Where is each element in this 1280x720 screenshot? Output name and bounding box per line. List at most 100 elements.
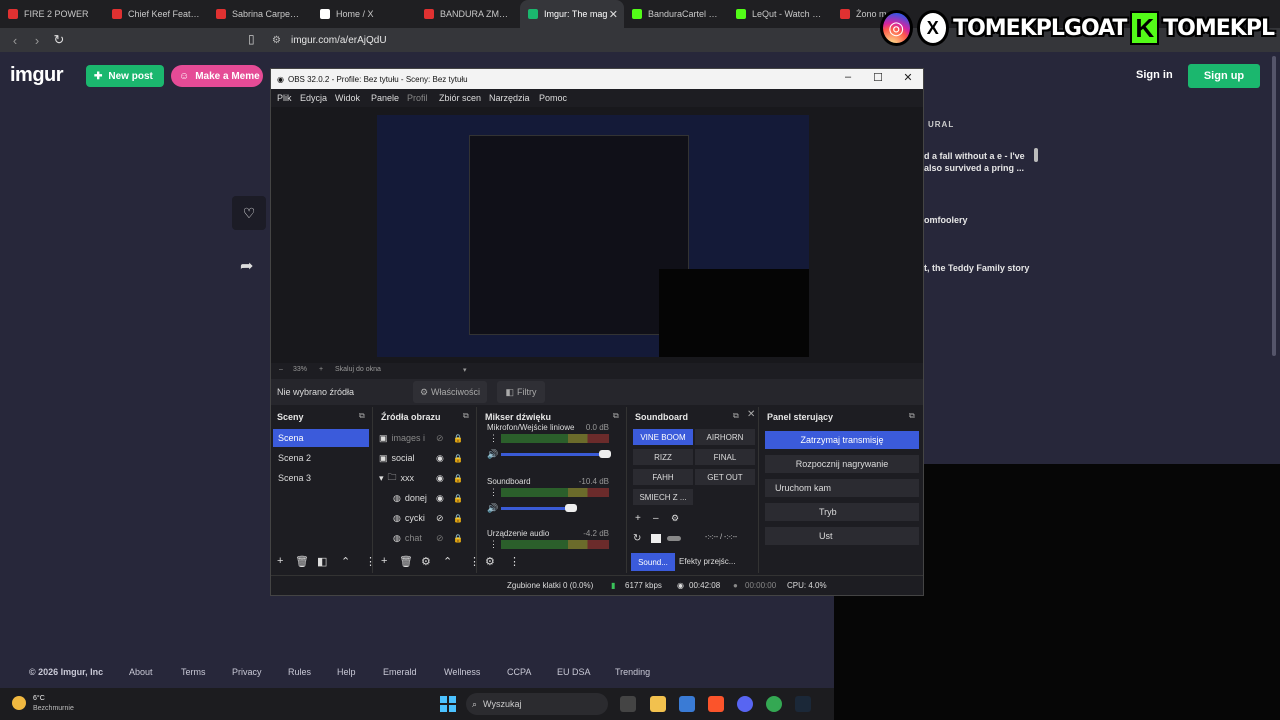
minimize-icon[interactable]: – [833,71,863,87]
sign-in-link[interactable]: Sign in [1136,69,1173,81]
zoom-in-icon[interactable]: + [319,366,323,373]
more-icon[interactable]: ⋮ [489,487,498,498]
lock-icon[interactable]: 🔒 [453,534,463,543]
footer-link-emerald[interactable]: Emerald [383,667,417,677]
tab-transitions[interactable]: Efekty przejśc... [679,557,735,566]
browser-tab[interactable]: BANDURA ZMOGG [416,0,520,28]
eye-icon[interactable]: ◉ [436,453,444,464]
discord-icon[interactable] [737,696,753,712]
source-item[interactable]: ◍ donej ◉ 🔒 [379,489,465,507]
add-icon[interactable]: + [381,555,387,567]
windows-start-icon[interactable] [440,696,456,712]
studio-mode-button[interactable]: Tryb [765,503,919,521]
sound-button[interactable]: SMIECH Z ... [633,489,693,505]
source-group[interactable]: ▾ 🗀 xxx ◉ 🔒 [379,469,465,487]
close-icon[interactable]: ✕ [893,71,923,87]
bookmark-icon[interactable]: ▯ [248,32,255,46]
volume-knob[interactable] [599,450,611,458]
store-icon[interactable] [679,696,695,712]
scene-item[interactable]: Scena [273,429,369,447]
sound-button[interactable]: VINE BOOM [633,429,693,445]
undock-icon[interactable]: ⧉ [463,411,469,421]
hidden-eye-icon[interactable]: ⊘ [436,433,444,444]
more-icon[interactable]: ⋮ [509,555,520,568]
virtual-camera-button[interactable]: Uruchom kam [765,479,919,497]
footer-link-ccpa[interactable]: CCPA [507,667,531,677]
stop-stream-button[interactable]: Zatrzymaj transmisję [765,431,919,449]
gear-icon[interactable]: ⚙ [421,555,431,568]
footer-link-terms[interactable]: Terms [181,667,206,677]
more-icon[interactable]: ⋮ [489,433,498,444]
sound-button[interactable]: GET OUT [695,469,755,485]
loop-icon[interactable]: ↻ [633,533,641,544]
move-up-icon[interactable]: ⌃ [443,555,452,568]
panel-scrollbar[interactable] [1034,148,1038,162]
scene-item[interactable]: Scena 2 [273,449,369,467]
chrome-icon[interactable] [766,696,782,712]
lock-icon[interactable]: 🔒 [453,514,463,523]
taskbar-search[interactable]: ⌕ Wyszukaj [466,693,608,715]
volume-knob[interactable] [565,504,577,512]
chevron-down-icon[interactable]: ▾ [463,366,467,374]
gear-icon[interactable]: ⚙ [671,513,679,524]
mixer-settings-icon[interactable]: ⚙ [485,555,495,568]
eye-icon[interactable]: ◉ [436,493,444,504]
lock-icon[interactable]: 🔒 [453,474,463,483]
undock-icon[interactable]: ⧉ [613,411,619,421]
forward-icon[interactable]: › [26,33,48,48]
menu-docks[interactable]: Panele [371,93,399,103]
close-icon[interactable]: ✕ [747,409,755,420]
footer-link-privacy[interactable]: Privacy [232,667,262,677]
menu-scene-collection[interactable]: Zbiór scen [439,93,481,103]
undock-icon[interactable]: ⧉ [909,411,915,421]
undock-icon[interactable]: ⧉ [733,411,739,421]
source-item[interactable]: ▣ social ◉ 🔒 [379,449,465,467]
browser-tab[interactable]: Home / X [312,0,416,28]
favorite-button[interactable]: ♡ [232,196,266,230]
volume-slider[interactable] [501,453,609,456]
imgur-logo[interactable]: imgur [10,64,64,87]
new-post-button[interactable]: ✚ New post [86,65,164,87]
add-icon[interactable]: + [277,555,283,567]
browser-tab-active[interactable]: Imgur: The mag ✕ [520,0,624,28]
properties-button[interactable]: ⚙ Właściwości [413,381,487,403]
reload-icon[interactable]: ↻ [48,32,70,48]
add-icon[interactable]: + [635,513,641,524]
footer-link-eu-dsa[interactable]: EU DSA [557,667,591,677]
speaker-icon[interactable]: 🔊 [487,449,498,460]
footer-link-trending[interactable]: Trending [615,667,650,677]
trash-icon[interactable]: 🗑 [399,555,413,568]
file-explorer-icon[interactable] [650,696,666,712]
start-recording-button[interactable]: Rozpocznij nagrywanie [765,455,919,473]
make-meme-button[interactable]: ☺ Make a Meme [171,65,263,87]
sound-button[interactable]: FINAL [695,449,755,465]
source-item[interactable]: ▣ images i ⊘ 🔒 [379,429,465,447]
menu-help[interactable]: Pomoc [539,93,567,103]
menu-profile[interactable]: Profil [407,93,428,103]
sign-up-button[interactable]: Sign up [1188,64,1260,88]
task-view-icon[interactable] [620,696,636,712]
footer-link-rules[interactable]: Rules [288,667,311,677]
site-info-icon[interactable]: ⚙ [272,35,281,46]
settings-button[interactable]: Ust [765,527,919,545]
sound-button[interactable]: AIRHORN [695,429,755,445]
address-bar[interactable]: ⚙ imgur.com/a/erAjQdU [272,30,872,50]
menu-tools[interactable]: Narzędzia [489,93,530,103]
footer-link-wellness[interactable]: Wellness [444,667,480,677]
menu-edit[interactable]: Edycja [300,93,327,103]
filters-button[interactable]: ◧ Filtry [497,381,545,403]
sound-button[interactable]: FAHH [633,469,693,485]
browser-tab[interactable]: LeQut - Watch clips [728,0,832,28]
menu-file[interactable]: Plik [277,93,292,103]
share-icon[interactable]: ➦ [240,256,253,276]
scene-item[interactable]: Scena 3 [273,469,369,487]
filter-icon[interactable]: ◧ [317,555,327,568]
lock-icon[interactable]: 🔒 [453,454,463,463]
related-post-link[interactable]: d a fall without a e - I've also survive… [924,150,1036,174]
lock-icon[interactable]: 🔒 [453,434,463,443]
eye-icon[interactable]: ◉ [436,473,444,484]
trash-icon[interactable]: 🗑 [295,555,309,568]
browser-tab[interactable]: Sabrina Carpenter [208,0,312,28]
maximize-icon[interactable]: ☐ [863,71,893,87]
hidden-eye-icon[interactable]: ⊘ [436,533,444,544]
